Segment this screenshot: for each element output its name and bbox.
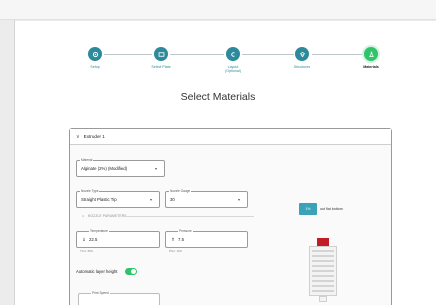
well-plate <box>309 246 337 296</box>
well-label: out flat bottom <box>320 207 343 211</box>
nozzle-type-value: Straight Plastic Tip <box>81 197 117 202</box>
step-select-plate[interactable]: Select Plate <box>131 47 191 69</box>
nozzle-type-select[interactable]: Nozzle Type Straight Plastic Tip ▾ <box>76 189 160 208</box>
plate-row <box>312 250 334 252</box>
material-value: Alginate (2%) (Modified) <box>81 166 128 171</box>
temperature-field[interactable]: Temperature ⇓ 22.5 <box>76 229 160 248</box>
chevron-down-icon: ▾ <box>154 166 157 171</box>
chevron-down-icon: ▾ <box>149 197 152 202</box>
extruder-header[interactable]: ∨ Extruder 1 <box>70 129 391 145</box>
toggle-knob <box>131 269 136 274</box>
plate-row <box>312 290 334 292</box>
plate-row <box>312 285 334 287</box>
step-materials[interactable]: Materials <box>341 47 401 69</box>
pressure-field[interactable]: Pressure ⇑ 7.5 <box>165 229 248 248</box>
nozzle-type-label: Nozzle Type <box>80 189 100 193</box>
step-label: Select Plate <box>151 65 171 69</box>
flask-icon <box>364 47 378 61</box>
section-label: NOZZLE PARAMETERS <box>88 214 127 218</box>
extruder-title: Extruder 1 <box>83 134 105 139</box>
plate-icon <box>154 47 168 61</box>
material-label: Material <box>80 158 94 162</box>
plate-base <box>319 296 327 302</box>
temperature-label: Temperature <box>89 229 109 233</box>
pressure-helper: PS1: 100 <box>169 249 182 253</box>
pressure-label: Pressure <box>178 229 193 233</box>
step-layout[interactable]: Layout (Optional) <box>203 47 263 74</box>
nozzle-gauge-select[interactable]: Nozzle Gauge 30 ▾ <box>165 189 248 208</box>
plate-row <box>312 260 334 262</box>
step-setup[interactable]: Setup <box>65 47 125 69</box>
chevron-down-icon[interactable]: ∨ <box>82 214 85 218</box>
step-structures[interactable]: Structures <box>272 47 332 69</box>
arrow-up-icon: ⇑ <box>171 237 175 242</box>
chevron-down-icon: ▾ <box>237 197 240 202</box>
material-select[interactable]: Material Alginate (2%) (Modified) ▾ <box>76 158 165 177</box>
layout-icon <box>226 47 240 61</box>
thermometer-icon: ⇓ <box>82 237 86 242</box>
chevron-down-icon: ∨ <box>76 133 80 140</box>
step-label: Layout (Optional) <box>225 65 241 74</box>
step-label: Structures <box>293 65 311 69</box>
structure-icon <box>295 47 309 61</box>
step-label: Materials <box>363 65 379 69</box>
plate-row <box>312 270 334 272</box>
plate-row <box>312 255 334 257</box>
plate-row <box>312 275 334 277</box>
page-title: Select Materials <box>180 91 256 103</box>
pressure-value: 7.5 <box>178 237 184 242</box>
plate-row <box>312 280 334 282</box>
print-speed-label: Print Speed <box>91 291 110 295</box>
nozzle-gauge-label: Nozzle Gauge <box>169 189 192 193</box>
auto-layer-toggle[interactable] <box>125 268 137 275</box>
section-divider <box>124 216 254 217</box>
plate-selected-well[interactable] <box>317 238 329 246</box>
print-speed-field[interactable]: Print Speed <box>78 291 160 305</box>
nozzle-gauge-value: 30 <box>170 197 175 202</box>
step-label: Setup <box>90 65 100 69</box>
auto-layer-label: Automatic layer height <box>76 269 118 274</box>
well-percent-button[interactable]: 1% <box>299 203 317 215</box>
temperature-helper: TC4: 65C <box>80 249 94 253</box>
temperature-value: 22.5 <box>89 237 98 242</box>
plate-row <box>312 265 334 267</box>
top-bar <box>0 0 436 20</box>
gear-icon <box>88 47 102 61</box>
